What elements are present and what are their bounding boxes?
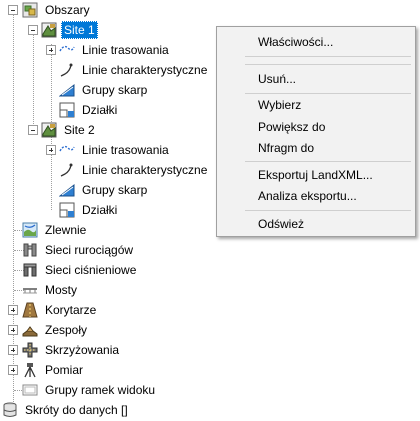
menu-separator: [245, 161, 411, 162]
expand-site-2-linie-trasowania-toggle[interactable]: [46, 145, 56, 155]
collapse-obszary-toggle[interactable]: [8, 5, 18, 15]
survey-tripod-icon: [24, 363, 36, 378]
tree-label: Korytarze: [45, 303, 97, 317]
menu-item-zoom-to[interactable]: Powiększ do: [218, 117, 414, 137]
menu-item-properties[interactable]: Właściwości...: [218, 32, 414, 52]
tree-label: Linie charakterystyczne: [82, 163, 208, 177]
tree-node-site-2-grading-groups[interactable]: Grupy skarp: [59, 180, 150, 200]
assembly-icon: [22, 326, 38, 337]
menu-separator: [245, 93, 411, 94]
tree-node-obszary[interactable]: Obszary: [22, 0, 93, 20]
tree-node-site-2-parcels[interactable]: Działki: [59, 200, 120, 220]
menu-separator: [245, 64, 411, 65]
tree-label: Działki: [82, 103, 118, 117]
tree-label: Site 1: [61, 21, 98, 39]
view-frame-group-icon: [22, 384, 38, 396]
parcel-icon: [59, 202, 75, 218]
tree-node-site-1-alignments[interactable]: Linie trasowania: [59, 40, 172, 60]
tree-node-zespoly[interactable]: Zespoły: [22, 320, 90, 340]
tree-node-korytarze[interactable]: Korytarze: [22, 300, 99, 320]
tree-node-sieci-cisnieniowe[interactable]: Sieci ciśnieniowe: [22, 260, 139, 280]
menu-item-pan-to[interactable]: Nfragm do: [218, 138, 414, 158]
tree-label: Grupy skarp: [82, 183, 148, 197]
feature-line-icon: [60, 163, 73, 177]
menu-item-export-landxml[interactable]: Eksportuj LandXML...: [218, 165, 414, 185]
tree-label: Linie charakterystyczne: [82, 63, 208, 77]
tree-label: Działki: [82, 203, 118, 217]
catchment-icon: [22, 222, 38, 238]
tree-line: [13, 14, 14, 402]
database-icon: [3, 402, 17, 417]
tree-label: Obszary: [45, 3, 90, 17]
tree-label: Sieci ciśnieniowe: [45, 263, 137, 277]
tree-node-mosty[interactable]: Mosty: [22, 280, 80, 300]
expand-korytarze-toggle[interactable]: [8, 305, 18, 315]
menu-separator: [245, 210, 411, 211]
collapse-site-1-toggle[interactable]: [28, 25, 38, 35]
pipe-network-icon: [23, 243, 37, 257]
site-icon: [41, 22, 57, 38]
expand-site-1-linie-trasowania-toggle[interactable]: [46, 45, 56, 55]
feature-line-icon: [60, 63, 73, 77]
tree-node-site-1-feature-lines[interactable]: Linie charakterystyczne: [59, 60, 210, 80]
tree-label: Grupy skarp: [82, 83, 148, 97]
tree-node-site-1-parcels[interactable]: Działki: [59, 100, 120, 120]
tree-node-site-2[interactable]: Site 2: [41, 120, 98, 140]
pressure-network-icon: [23, 263, 37, 277]
parcel-icon: [59, 102, 75, 118]
tree-label: Linie trasowania: [82, 43, 169, 57]
tree-node-site-1-grading-groups[interactable]: Grupy skarp: [59, 80, 150, 100]
tree-label: Pomiar: [45, 363, 84, 377]
tree-label: Skrzyżowania: [45, 343, 120, 357]
tree-label: Zlewnie: [45, 223, 87, 237]
collapse-site-2-toggle[interactable]: [28, 125, 38, 135]
tree-label: Site 2: [64, 123, 95, 137]
tree-label: Grupy ramek widoku: [45, 383, 156, 397]
bridge-icon: [23, 288, 37, 294]
alignment-icon: [59, 45, 75, 52]
tree-label: Mosty: [45, 283, 78, 297]
tree-node-sieci-rurociagow[interactable]: Sieci rurociągów: [22, 240, 136, 260]
tree-node-skrzyzowania[interactable]: Skrzyżowania: [22, 340, 122, 360]
grading-icon: [59, 83, 75, 97]
tree-label: Sieci rurociągów: [45, 243, 134, 257]
menu-item-refresh[interactable]: Odśwież: [218, 214, 414, 234]
sites-folder-icon: [22, 2, 38, 18]
alignment-icon: [59, 145, 75, 152]
grading-icon: [59, 183, 75, 197]
expand-zespoly-toggle[interactable]: [8, 325, 18, 335]
expand-pomiar-toggle[interactable]: [8, 365, 18, 375]
tree-node-data-shortcuts[interactable]: Skróty do danych []: [2, 400, 131, 420]
tree-node-zlewnie[interactable]: Zlewnie: [22, 220, 89, 240]
site-icon: [41, 122, 57, 138]
tree-label: Linie trasowania: [82, 143, 169, 157]
tree-label: Zespoły: [45, 323, 88, 337]
expand-skrzyzowania-toggle[interactable]: [8, 345, 18, 355]
tree-node-site-2-alignments[interactable]: Linie trasowania: [59, 140, 172, 160]
menu-separator: [245, 56, 411, 57]
menu-item-delete[interactable]: Usuń...: [218, 69, 414, 89]
context-menu: Właściwości... Usuń... Wybierz Powiększ …: [216, 26, 416, 237]
tree-node-grupy-ramek-widoku[interactable]: Grupy ramek widoku: [22, 380, 158, 400]
corridor-icon: [22, 302, 38, 318]
tree-node-pomiar[interactable]: Pomiar: [22, 360, 86, 380]
tree-label: Skróty do danych []: [25, 403, 128, 417]
tree-node-site-1[interactable]: Site 1: [41, 20, 98, 40]
intersection-icon: [22, 342, 38, 358]
tree-line: [33, 34, 34, 134]
tree-node-site-2-feature-lines[interactable]: Linie charakterystyczne: [59, 160, 210, 180]
menu-item-select[interactable]: Wybierz: [218, 95, 414, 115]
menu-item-export-analysis[interactable]: Analiza eksportu...: [218, 186, 414, 206]
